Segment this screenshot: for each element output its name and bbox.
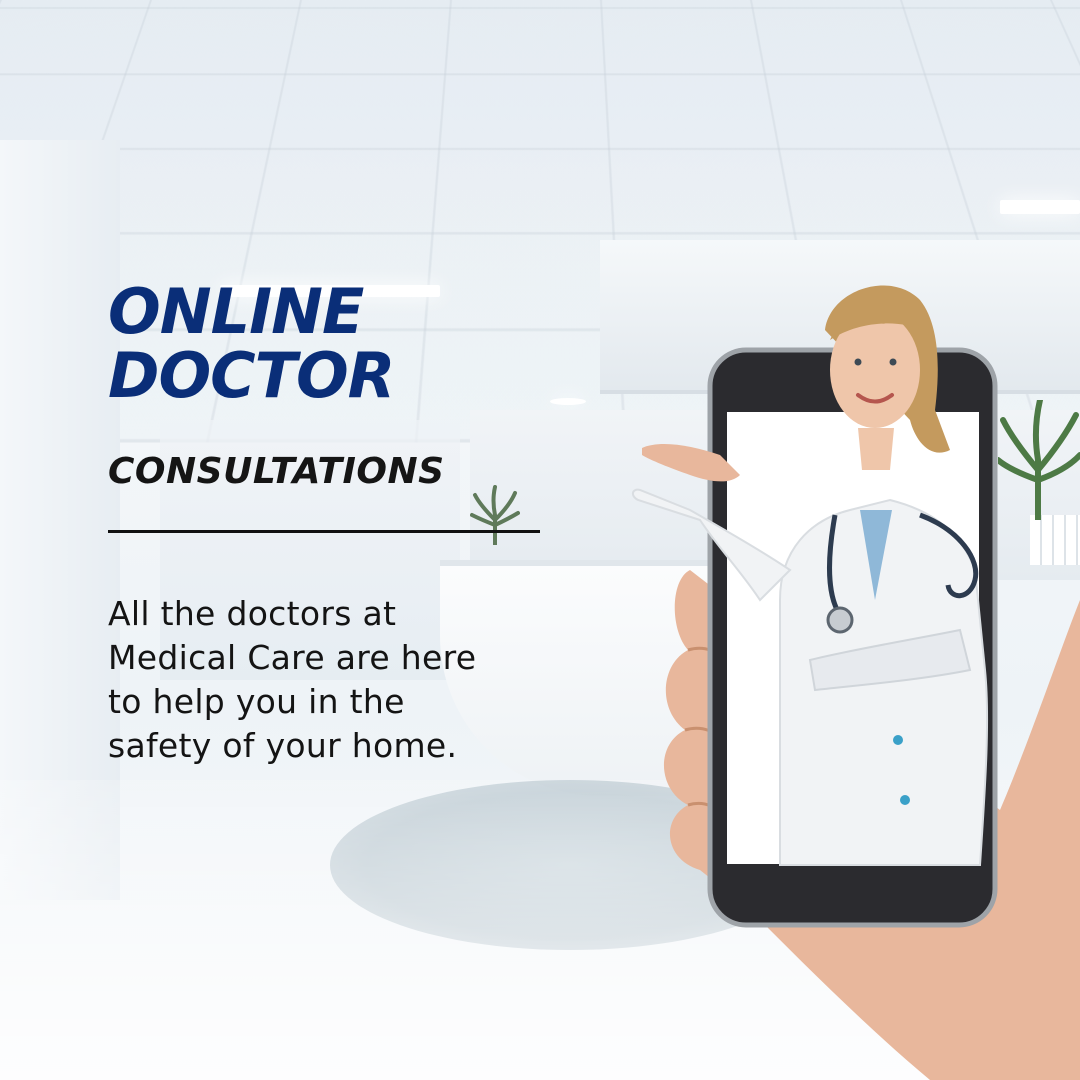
phone-doctor-illustration [632, 285, 1080, 1080]
body-line-4: safety of your home. [108, 726, 458, 765]
subtitle: CONSULTATIONS [108, 451, 445, 492]
body-line-3: to help you in the [108, 682, 405, 721]
headline: ONLINE DOCTOR [108, 280, 395, 408]
divider [108, 530, 540, 533]
headline-line-1: ONLINE [108, 275, 364, 348]
headline-line-2: DOCTOR [108, 339, 395, 412]
plant-left [470, 485, 520, 545]
body-text: All the doctors at Medical Care are here… [108, 592, 608, 768]
body-line-1: All the doctors at [108, 594, 397, 633]
poster: ONLINE DOCTOR CONSULTATIONS All the doct… [0, 0, 1080, 1080]
body-line-2: Medical Care are here [108, 638, 477, 677]
ceiling-light [1000, 200, 1080, 214]
ceiling-light [550, 398, 586, 405]
